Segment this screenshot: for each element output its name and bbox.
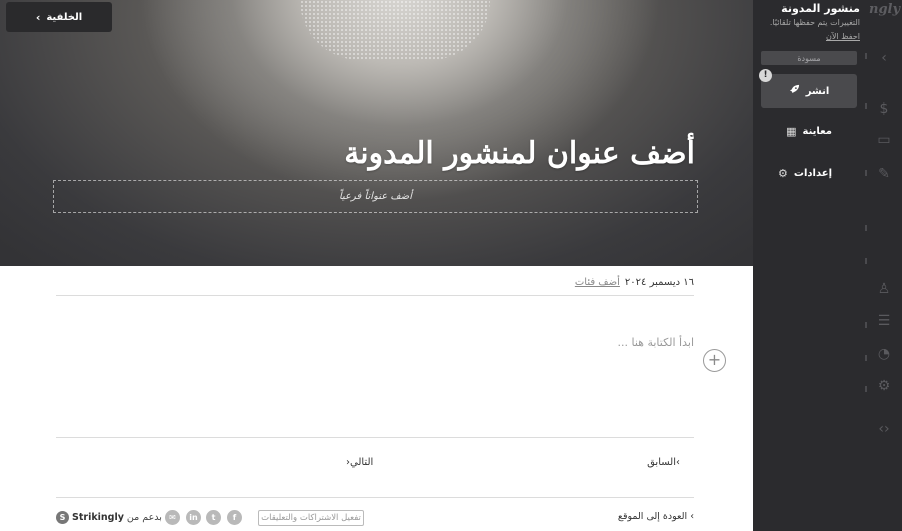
post-meta: ١٦ ديسمبر ٢٠٢٤ أضف فئات [56, 270, 694, 296]
rocket-icon [789, 84, 800, 98]
back-to-site-link[interactable]: › العودة إلى الموقع [618, 511, 694, 522]
autosave-note: التغييرات يتم حفظها تلقائيًا. [769, 18, 860, 27]
settings-button[interactable]: إعدادات ⚙ [778, 167, 832, 180]
hero-dot-pattern [300, 0, 490, 60]
post-navigation: ›السابق التالي‹ [56, 437, 694, 498]
subtitle-input[interactable]: أضف عنواناً فرعياً [53, 180, 698, 213]
collapse-chevron-icon[interactable]: ‹ [875, 49, 893, 67]
dollar-icon[interactable]: $ [875, 100, 893, 118]
settings-label: إعدادات [793, 168, 832, 179]
draft-status-badge: مسودة [761, 51, 857, 65]
warning-icon: ! [759, 69, 772, 82]
rail-divider [865, 386, 867, 392]
brand-logo: ngly [869, 2, 901, 17]
post-title[interactable]: أضف عنوان لمنشور المدونة [344, 136, 695, 171]
strikingly-logo-icon: S [56, 511, 69, 524]
code-icon[interactable]: ‹› [875, 420, 893, 438]
add-block-button[interactable]: + [703, 349, 726, 372]
linkedin-icon[interactable]: in [186, 510, 201, 525]
rail-divider [865, 225, 867, 231]
blog-settings-panel: منشور المدونة التغييرات يتم حفظها تلقائي… [753, 0, 860, 531]
pen-icon[interactable]: ✎ [875, 165, 893, 183]
editor-canvas: الخلفية › أضف عنوان لمنشور المدونة أضف ع… [0, 0, 753, 531]
subscriptions-label: تفعيل الاشتراكات والتعليقات [261, 513, 361, 523]
enable-subscriptions-button[interactable]: تفعيل الاشتراكات والتعليقات [258, 510, 364, 526]
chevron-right-icon: › [690, 511, 694, 522]
add-categories-link[interactable]: أضف فئات [575, 277, 620, 288]
powered-prefix: بدعم من [126, 512, 162, 523]
post-date: ١٦ ديسمبر ٢٠٢٤ [624, 277, 694, 288]
email-icon[interactable]: ✉ [165, 510, 180, 525]
publish-label: انشر [805, 85, 830, 97]
rail-divider [865, 170, 867, 176]
panel-title: منشور المدونة [781, 2, 860, 15]
facebook-icon[interactable]: f [227, 510, 242, 525]
twitter-icon[interactable]: t [206, 510, 221, 525]
rail-divider [865, 355, 867, 361]
rail-divider [865, 103, 867, 109]
background-button-label: الخلفية [46, 11, 83, 23]
previous-post-link[interactable]: ›السابق [647, 457, 680, 468]
chevron-right-icon: › [35, 10, 41, 24]
powered-by[interactable]: بدعم من Strikingly S [56, 511, 162, 524]
hero-section[interactable]: الخلفية › أضف عنوان لمنشور المدونة أضف ع… [0, 0, 753, 266]
user-icon[interactable]: ♙ [875, 280, 893, 298]
rail-divider [865, 258, 867, 264]
chevron-right-icon: › [676, 457, 680, 468]
preview-label: معاينة [802, 126, 833, 137]
post-body-editor[interactable]: ابدأ الكتابة هنا ... [617, 336, 694, 349]
chart-icon[interactable]: ◔ [875, 345, 893, 363]
rail-divider [865, 322, 867, 328]
next-label: التالي [350, 457, 374, 468]
post-footer: › العودة إلى الموقع f t in ✉ تفعيل الاشت… [56, 507, 694, 531]
sliders-icon[interactable]: ☰ [875, 312, 893, 330]
gear-icon: ⚙ [778, 167, 788, 180]
subtitle-placeholder: أضف عنواناً فرعياً [338, 191, 413, 202]
store-icon[interactable]: ▭ [875, 131, 893, 149]
monitor-icon: ▦ [786, 125, 797, 138]
powered-brand: Strikingly [72, 512, 124, 523]
previous-label: السابق [647, 457, 676, 468]
editor-window: الخلفية › أضف عنوان لمنشور المدونة أضف ع… [0, 0, 902, 531]
icon-rail: ngly ‹ $ ▭ ✎ ♙ ☰ ◔ ⚙ ‹› [860, 0, 902, 531]
publish-button[interactable]: انشر [761, 74, 857, 108]
gear-icon[interactable]: ⚙ [875, 377, 893, 395]
back-to-site-label: العودة إلى الموقع [617, 511, 688, 522]
preview-button[interactable]: معاينة ▦ [786, 125, 832, 138]
rail-divider [865, 53, 867, 59]
save-now-link[interactable]: احفظ الآن [826, 32, 860, 41]
next-post-link[interactable]: التالي‹ [346, 457, 373, 468]
background-button[interactable]: الخلفية › [6, 2, 112, 32]
